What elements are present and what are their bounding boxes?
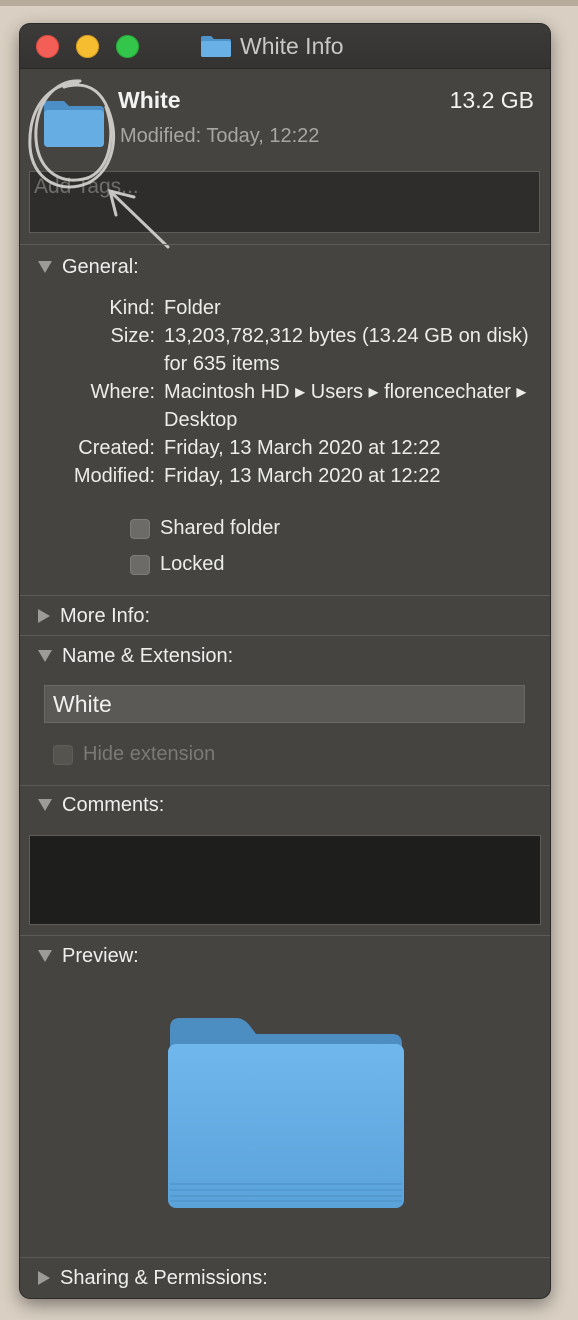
disclosure-triangle-icon[interactable] — [38, 609, 50, 623]
kind-label: Kind: — [109, 297, 155, 319]
more-info-heading: More Info: — [60, 604, 151, 627]
divider — [20, 1257, 550, 1258]
disclosure-triangle-icon[interactable] — [38, 799, 52, 811]
folder-icon — [201, 36, 231, 57]
shared-folder-label: Shared folder — [160, 517, 281, 539]
info-header: White 13.2 GB Modified: Today, 12:22 Add… — [20, 69, 550, 244]
size-label: Size: — [110, 325, 155, 347]
window-title-group: White Info — [200, 32, 344, 60]
desktop-edge — [0, 0, 578, 6]
preview-heading: Preview: — [62, 944, 139, 967]
window-title: White Info — [240, 32, 344, 59]
title-bar[interactable]: White Info — [20, 24, 550, 69]
divider — [20, 595, 550, 596]
folder-preview-icon — [168, 1018, 404, 1208]
general-section-header[interactable]: General: — [38, 253, 139, 281]
divider — [20, 785, 550, 786]
close-icon[interactable] — [36, 35, 59, 58]
where-label: Where: — [90, 381, 155, 403]
modified-label: Modified: — [73, 465, 155, 487]
name-extension-section-header[interactable]: Name & Extension: — [38, 642, 233, 670]
item-size: 13.2 GB — [449, 87, 534, 113]
minimize-icon[interactable] — [76, 35, 99, 58]
general-heading: General: — [62, 255, 139, 278]
item-name: White — [118, 87, 181, 113]
info-window: White Info White 13.2 GB Modified: Today… — [20, 24, 550, 1298]
name-input[interactable]: White — [44, 685, 525, 723]
locked-label: Locked — [160, 553, 225, 575]
kind-value: Folder — [164, 297, 221, 319]
disclosure-triangle-icon[interactable] — [38, 650, 52, 662]
comments-textarea[interactable] — [29, 835, 541, 925]
zoom-icon[interactable] — [116, 35, 139, 58]
divider — [20, 244, 550, 245]
size-value: 13,203,782,312 bytes (13.24 GB on disk) … — [164, 325, 529, 375]
item-modified: Modified: Today, 12:22 — [120, 125, 320, 147]
name-extension-heading: Name & Extension: — [62, 644, 234, 667]
sharing-section-header[interactable]: Sharing & Permissions: — [38, 1264, 268, 1292]
divider — [20, 635, 550, 636]
created-value: Friday, 13 March 2020 at 12:22 — [164, 437, 441, 459]
checkbox-icon[interactable] — [53, 744, 73, 765]
comments-heading: Comments: — [62, 793, 165, 816]
disclosure-triangle-icon[interactable] — [38, 1271, 50, 1285]
disclosure-triangle-icon[interactable] — [38, 950, 52, 962]
divider — [20, 935, 550, 936]
disclosure-triangle-icon[interactable] — [38, 261, 52, 273]
folder-icon[interactable] — [42, 97, 106, 149]
checkbox-icon[interactable] — [130, 554, 150, 575]
where-value: Macintosh HD ▸ Users ▸ florencechater ▸ … — [164, 381, 527, 431]
modified-value: Friday, 13 March 2020 at 12:22 — [164, 465, 441, 487]
hide-extension-label: Hide extension — [83, 743, 216, 765]
shared-folder-checkbox[interactable]: Shared folder — [130, 517, 280, 540]
tags-field[interactable]: Add Tags... — [29, 171, 540, 233]
created-label: Created: — [78, 437, 155, 459]
more-info-section-header[interactable]: More Info: — [38, 602, 150, 630]
checkbox-icon[interactable] — [130, 518, 150, 539]
sharing-heading: Sharing & Permissions: — [60, 1266, 268, 1289]
comments-section-header[interactable]: Comments: — [38, 791, 164, 819]
locked-checkbox[interactable]: Locked — [130, 553, 225, 576]
preview-section-header[interactable]: Preview: — [38, 942, 139, 970]
hide-extension-checkbox[interactable]: Hide extension — [53, 743, 215, 766]
